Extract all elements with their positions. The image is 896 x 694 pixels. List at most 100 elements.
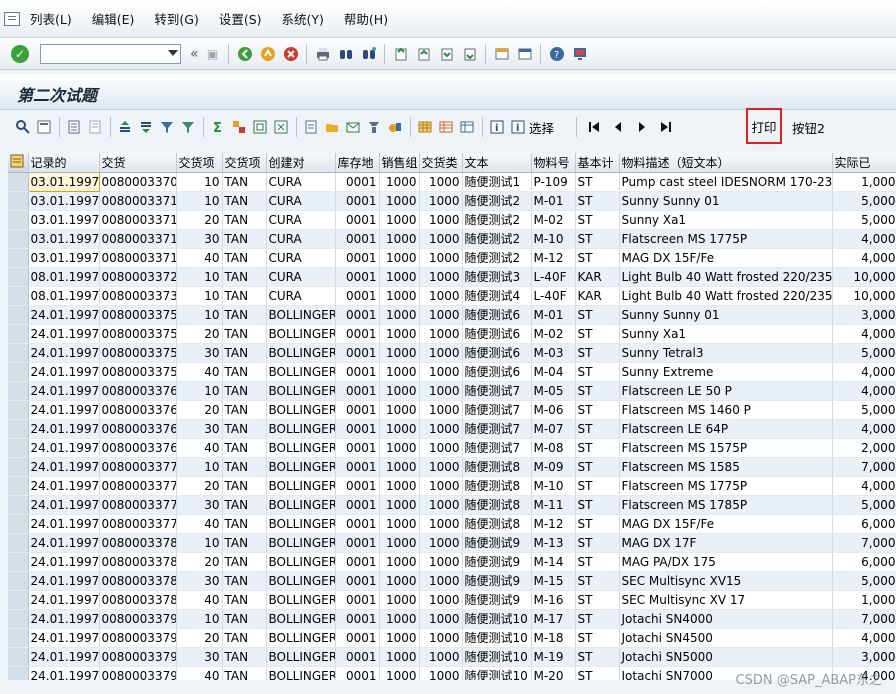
column-header[interactable]: 库存地 (335, 153, 380, 173)
table-row[interactable]: 24.01.1997 0080003376 30 TAN BOLLINGER 0001 10… (8, 419, 896, 439)
table-cell[interactable]: 随便测试1 (462, 172, 532, 192)
help-icon[interactable]: ? (548, 45, 566, 63)
table-cell[interactable]: 0080003371 (99, 191, 177, 211)
new-session-icon[interactable] (493, 45, 511, 63)
table-row[interactable]: 24.01.1997 0080003377 30 TAN BOLLINGER 0001 10… (8, 495, 896, 515)
table-cell[interactable]: 03.01.1997 (28, 210, 100, 230)
table-cell[interactable]: ST (575, 172, 620, 192)
select-button-label[interactable]: 选择 (529, 118, 554, 137)
table-cell[interactable]: 1,000 (832, 590, 896, 610)
row-selector[interactable] (8, 495, 29, 515)
row-selector[interactable] (8, 533, 29, 553)
table-cell[interactable]: 40 (176, 362, 223, 382)
table-row[interactable]: 24.01.1997 0080003375 20 TAN BOLLINGER 0001 10… (8, 324, 896, 344)
table-cell[interactable]: 随便测试6 (462, 324, 532, 344)
table-cell[interactable]: ST (575, 495, 620, 515)
table-cell[interactable]: 30 (176, 647, 223, 667)
table-cell[interactable]: 随便测试6 (462, 305, 532, 325)
table-cell[interactable]: M-10 (531, 476, 576, 496)
table-cell[interactable]: 4,000 (832, 362, 896, 382)
table-cell[interactable]: 1000 (379, 286, 420, 306)
table-cell[interactable]: 0001 (335, 172, 380, 192)
column-header[interactable]: 交货类 (419, 153, 463, 173)
table-row[interactable]: 24.01.1997 0080003377 20 TAN BOLLINGER 0001 10… (8, 476, 896, 496)
table-cell[interactable]: ST (575, 362, 620, 382)
table-cell[interactable]: 0001 (335, 419, 380, 439)
table-cell[interactable]: 0001 (335, 362, 380, 382)
row-selector[interactable] (8, 666, 29, 680)
table-cell[interactable]: 1000 (419, 343, 463, 363)
table-cell[interactable]: 20 (176, 628, 223, 648)
table-cell[interactable]: CURA (266, 210, 336, 230)
local-file-icon[interactable] (323, 118, 341, 136)
deselect-all-icon[interactable] (86, 118, 104, 136)
table-cell[interactable]: 08.01.1997 (28, 267, 100, 287)
table-cell[interactable]: 随便测试8 (462, 457, 532, 477)
table-cell[interactable]: 0001 (335, 457, 380, 477)
table-cell[interactable]: 0080003372 (99, 267, 177, 287)
table-cell[interactable]: TAN (222, 514, 267, 534)
table-cell[interactable]: 40 (176, 590, 223, 610)
table-cell[interactable]: ST (575, 400, 620, 420)
table-cell[interactable]: 30 (176, 495, 223, 515)
table-cell[interactable]: BOLLINGER (266, 609, 336, 629)
table-cell[interactable]: TAN (222, 210, 267, 230)
table-cell[interactable]: 0080003379 (99, 666, 177, 680)
table-cell[interactable]: 1000 (419, 229, 463, 249)
table-cell[interactable]: 1000 (379, 495, 420, 515)
row-selector[interactable] (8, 590, 29, 610)
menu-edit[interactable]: 编辑(E) (92, 9, 135, 28)
table-cell[interactable]: 24.01.1997 (28, 609, 100, 629)
table-cell[interactable]: M-04 (531, 362, 576, 382)
menu-settings[interactable]: 设置(S) (219, 9, 262, 28)
table-cell[interactable]: 随便测试7 (462, 438, 532, 458)
previous-record-icon[interactable] (609, 118, 627, 136)
column-header[interactable]: 实际已 (832, 153, 896, 173)
table-row[interactable]: 03.01.1997 0080003371 10 TAN CURA 0001 1000 100… (8, 191, 896, 211)
table-cell[interactable]: M-15 (531, 571, 576, 591)
row-selector[interactable] (8, 248, 29, 268)
graphic-icon[interactable] (386, 118, 404, 136)
table-cell[interactable]: 0080003375 (99, 343, 177, 363)
table-cell[interactable]: 0080003377 (99, 514, 177, 534)
table-cell[interactable]: 0001 (335, 248, 380, 268)
table-cell[interactable]: 0080003375 (99, 305, 177, 325)
table-cell[interactable]: 1000 (419, 476, 463, 496)
table-cell[interactable]: 随便测试2 (462, 248, 532, 268)
table-cell[interactable]: 随便测试10 (462, 609, 532, 629)
table-cell[interactable]: L-40F (531, 267, 576, 287)
table-cell[interactable]: 0001 (335, 628, 380, 648)
table-cell[interactable]: CURA (266, 286, 336, 306)
table-cell[interactable]: TAN (222, 495, 267, 515)
table-cell[interactable]: Sunny Sunny 01 (619, 305, 833, 325)
table-cell[interactable]: 1000 (379, 229, 420, 249)
table-cell[interactable]: 24.01.1997 (28, 495, 100, 515)
table-cell[interactable]: Jotachi SN5000 (619, 647, 833, 667)
info-select-icon[interactable]: i (509, 118, 527, 136)
table-cell[interactable]: 24.01.1997 (28, 571, 100, 591)
filter-icon[interactable] (158, 118, 176, 136)
table-cell[interactable]: 1000 (419, 286, 463, 306)
table-cell[interactable]: KAR (575, 286, 620, 306)
table-cell[interactable]: M-03 (531, 343, 576, 363)
table-cell[interactable]: 1000 (419, 609, 463, 629)
table-cell[interactable]: BOLLINGER (266, 495, 336, 515)
row-selector[interactable] (8, 172, 29, 192)
table-cell[interactable]: 0001 (335, 343, 380, 363)
table-row[interactable]: 03.01.1997 0080003371 30 TAN CURA 0001 1000 100… (8, 229, 896, 249)
table-cell[interactable]: 随便测试9 (462, 590, 532, 610)
table-cell[interactable]: ST (575, 571, 620, 591)
table-cell[interactable]: 1000 (419, 552, 463, 572)
column-header[interactable]: 记录的 (28, 153, 100, 173)
table-cell[interactable]: 1000 (379, 248, 420, 268)
table-cell[interactable]: M-09 (531, 457, 576, 477)
table-cell[interactable]: 10 (176, 609, 223, 629)
table-cell[interactable]: Flatscreen MS 1785P (619, 495, 833, 515)
column-header[interactable]: 创建对 (266, 153, 336, 173)
layout-select-icon[interactable] (8, 153, 29, 173)
table-row[interactable]: 24.01.1997 0080003377 40 TAN BOLLINGER 0001 10… (8, 514, 896, 534)
last-page-icon[interactable] (461, 45, 479, 63)
table-cell[interactable]: 1000 (379, 571, 420, 591)
table-cell[interactable]: Flatscreen MS 1575P (619, 438, 833, 458)
column-header[interactable]: 基本计 (575, 153, 620, 173)
